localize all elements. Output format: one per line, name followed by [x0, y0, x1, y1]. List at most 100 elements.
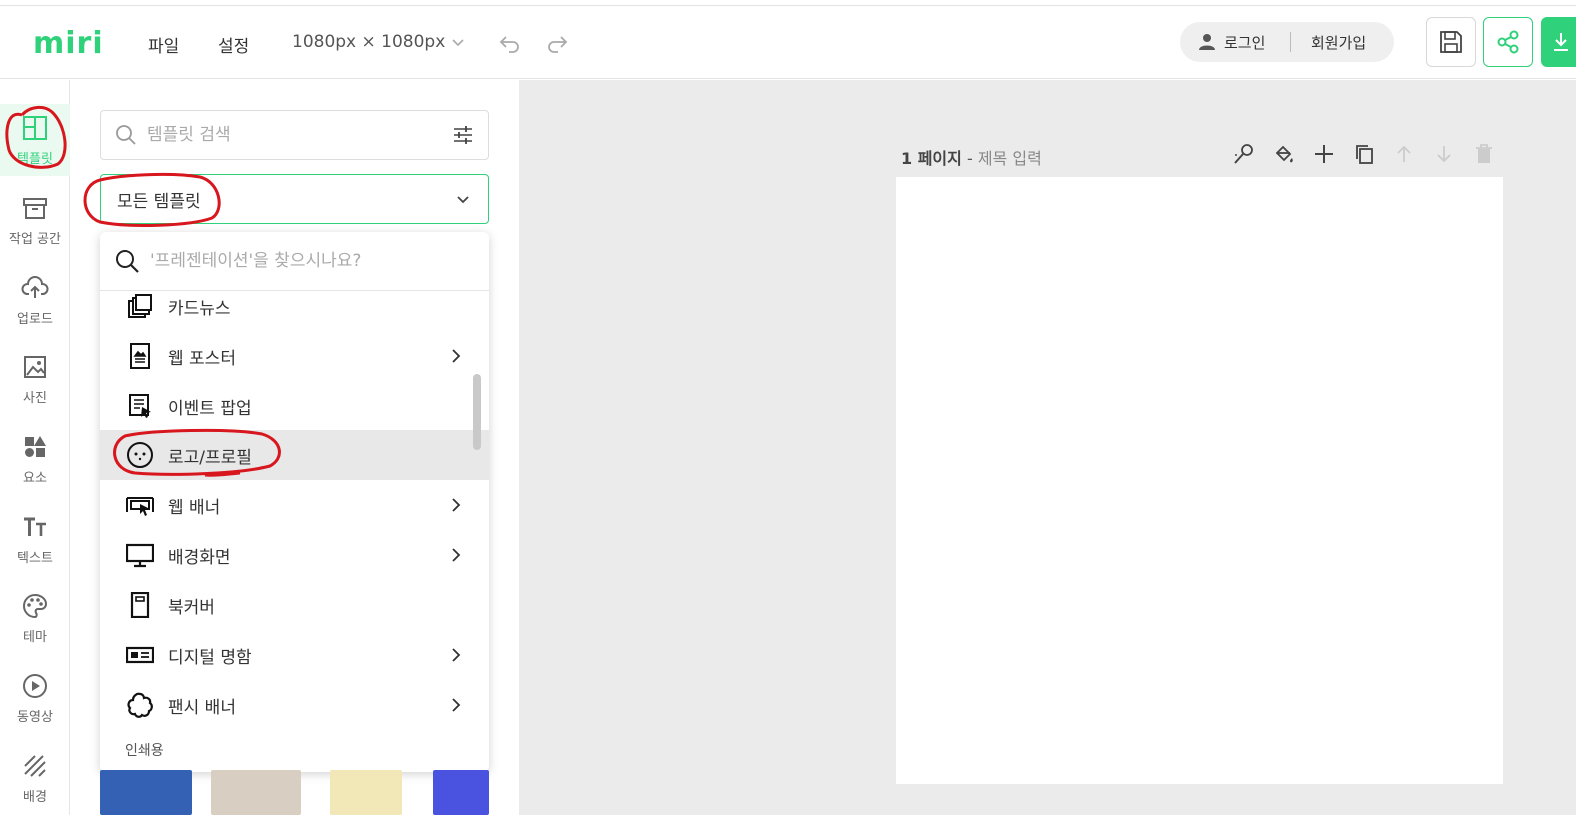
chevron-right-icon — [452, 498, 461, 512]
category-item-label: 웹 포스터 — [168, 348, 236, 369]
page-style-button[interactable] — [1232, 142, 1256, 166]
redo-icon[interactable] — [544, 30, 570, 56]
page-header: 1 페이지 - 제목 입력 — [901, 145, 1042, 169]
nav-workspace-label: 작업 공간 — [9, 231, 61, 247]
nav-background[interactable]: 배경 — [0, 742, 70, 814]
design-page[interactable] — [896, 177, 1503, 784]
template-thumbnail[interactable] — [330, 770, 402, 815]
category-popup: 카드뉴스 웹 포스터 이벤트 팝업 로고/프로필 웹 배너 — [100, 232, 489, 772]
book-cover-icon — [130, 592, 150, 618]
nav-element[interactable]: 요소 — [0, 423, 70, 495]
web-poster-icon — [130, 343, 150, 369]
category-item-logo-profile[interactable]: 로고/프로필 — [100, 430, 489, 480]
template-thumbnails — [100, 770, 489, 815]
category-item-label: 배경화면 — [168, 547, 231, 568]
left-nav: 템플릿 작업 공간 업로드 사진 요소 텍스트 테마 동영상 배경 — [0, 80, 70, 815]
page-fill-button[interactable] — [1272, 142, 1296, 166]
category-item-web-poster[interactable]: 웹 포스터 — [100, 331, 489, 381]
share-button[interactable] — [1483, 17, 1533, 67]
logo-profile-icon — [127, 442, 153, 468]
nav-template[interactable]: 템플릿 — [0, 104, 70, 176]
canvas-size-label: 1080px × 1080px — [292, 32, 446, 52]
nav-theme[interactable]: 테마 — [0, 582, 70, 654]
photo-icon — [24, 355, 46, 378]
category-item-book-cover[interactable]: 북커버 — [100, 580, 489, 630]
user-icon — [1199, 34, 1215, 50]
chevron-right-icon — [452, 648, 461, 662]
category-item-wallpaper[interactable]: 배경화면 — [100, 530, 489, 580]
login-button[interactable]: 로그인 — [1180, 32, 1290, 53]
app-logo[interactable]: miri — [33, 26, 104, 61]
download-icon — [1554, 33, 1568, 51]
template-category-label: 모든 템플릿 — [117, 191, 201, 212]
save-icon — [1440, 31, 1462, 53]
template-thumbnail[interactable] — [433, 770, 489, 815]
move-page-down-button[interactable] — [1432, 142, 1456, 166]
auth-group: 로그인 회원가입 — [1180, 22, 1394, 62]
add-page-button[interactable] — [1312, 142, 1336, 166]
category-scrollbar[interactable] — [473, 374, 481, 450]
event-popup-icon — [129, 394, 151, 418]
template-search-input[interactable] — [147, 125, 452, 145]
signup-button[interactable]: 회원가입 — [1291, 32, 1366, 53]
category-item-label: 로고/프로필 — [168, 447, 252, 468]
trash-icon — [1476, 144, 1492, 163]
nav-video-label: 동영상 — [17, 709, 53, 725]
template-icon — [23, 115, 47, 140]
chevron-right-icon — [452, 349, 461, 363]
category-item-digital-business-card[interactable]: 디지털 명함 — [100, 630, 489, 680]
nav-text[interactable]: 텍스트 — [0, 503, 70, 575]
template-thumbnail[interactable] — [100, 770, 192, 815]
category-item-label: 웹 배너 — [168, 497, 221, 518]
duplicate-page-button[interactable] — [1352, 142, 1376, 166]
arrow-up-icon — [1397, 145, 1411, 162]
category-search[interactable] — [100, 232, 489, 291]
palette-icon — [23, 593, 48, 618]
nav-upload[interactable]: 업로드 — [0, 264, 70, 336]
login-label: 로그인 — [1224, 33, 1266, 52]
fancy-banner-icon — [127, 692, 153, 718]
category-item-event-popup[interactable]: 이벤트 팝업 — [100, 381, 489, 431]
category-item-label: 북커버 — [168, 597, 215, 618]
monitor-icon — [126, 543, 154, 568]
menu-file[interactable]: 파일 — [148, 32, 179, 57]
filter-icon[interactable] — [452, 124, 474, 146]
plus-icon — [1315, 145, 1333, 163]
delete-page-button[interactable] — [1472, 142, 1496, 166]
category-item-web-banner[interactable]: 웹 배너 — [100, 480, 489, 530]
menu-settings[interactable]: 설정 — [218, 32, 249, 57]
category-item-cardnews[interactable]: 카드뉴스 — [100, 292, 489, 331]
category-search-input[interactable] — [150, 251, 475, 271]
chevron-down-icon — [452, 39, 464, 47]
business-card-icon — [126, 646, 154, 664]
nav-workspace[interactable]: 작업 공간 — [0, 184, 70, 256]
cardnews-icon — [128, 294, 152, 318]
save-button[interactable] — [1426, 17, 1476, 67]
paint-bucket-icon — [1275, 145, 1293, 163]
template-panel: 모든 템플릿 카드뉴스 웹 포스터 이벤트 팝업 로고/프로필 — [71, 80, 519, 815]
page-number: 1 페이지 — [901, 149, 962, 168]
category-section-print: 인쇄용 — [125, 743, 164, 759]
template-category-select[interactable]: 모든 템플릿 — [100, 174, 489, 224]
chevron-right-icon — [452, 548, 461, 562]
copy-icon — [1356, 145, 1373, 164]
category-item-fancy-banner[interactable]: 팬시 배너 — [100, 680, 489, 730]
canvas-size-select[interactable]: 1080px × 1080px — [292, 32, 465, 52]
template-thumbnail[interactable] — [211, 770, 301, 815]
move-page-up-button[interactable] — [1392, 142, 1416, 166]
template-search[interactable] — [100, 110, 489, 160]
page-toolbar — [1232, 142, 1496, 166]
page-title-input[interactable]: 제목 입력 — [978, 149, 1042, 168]
top-bar: miri 파일 설정 1080px × 1080px 로그인 회원가입 — [0, 5, 1576, 79]
nav-photo[interactable]: 사진 — [0, 343, 70, 415]
nav-background-label: 배경 — [23, 789, 47, 805]
undo-icon[interactable] — [497, 30, 523, 56]
category-list: 카드뉴스 웹 포스터 이벤트 팝업 로고/프로필 웹 배너 배경화면 북커버 디… — [100, 292, 489, 772]
nav-element-label: 요소 — [23, 470, 47, 486]
chevron-right-icon — [452, 698, 461, 712]
nav-video[interactable]: 동영상 — [0, 662, 70, 734]
canvas-area: 1 페이지 - 제목 입력 — [519, 80, 1576, 815]
page-title-separator: - — [961, 149, 978, 168]
search-icon — [116, 250, 139, 273]
download-button[interactable] — [1541, 17, 1576, 67]
